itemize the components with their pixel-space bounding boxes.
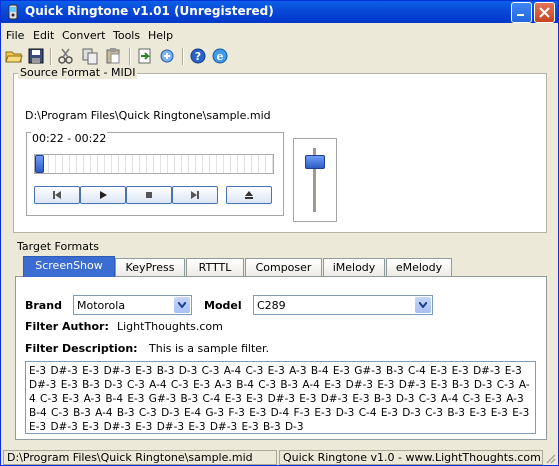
svg-text:?: ? xyxy=(195,50,201,63)
skip-back-icon xyxy=(53,191,61,199)
status-app-info: Quick Ringtone v1.0 - www.LightThoughts.… xyxy=(279,450,543,465)
previous-button[interactable] xyxy=(34,186,80,204)
model-dropdown-button[interactable] xyxy=(415,297,431,313)
menu-edit[interactable]: Edit xyxy=(33,29,54,42)
stop-button[interactable] xyxy=(126,186,172,204)
tab-emelody[interactable]: eMelody xyxy=(386,258,452,276)
web-icon[interactable]: e xyxy=(211,47,229,65)
source-file-path: D:\Program Files\Quick Ringtone\sample.m… xyxy=(25,109,271,122)
menu-convert[interactable]: Convert xyxy=(62,29,106,42)
menu-file[interactable]: File xyxy=(6,29,24,42)
menu-help[interactable]: Help xyxy=(148,29,173,42)
svg-text:e: e xyxy=(217,50,224,63)
menu-tools[interactable]: Tools xyxy=(113,29,140,42)
minimize-icon xyxy=(517,14,524,16)
eject-icon xyxy=(245,191,253,199)
tab-imelody[interactable]: iMelody xyxy=(323,258,385,276)
stop-icon xyxy=(146,192,152,198)
filter-author-label: Filter Author: xyxy=(25,320,109,333)
filter-author-value: LightThoughts.com xyxy=(117,320,223,333)
model-label: Model xyxy=(204,299,242,312)
open-folder-icon[interactable] xyxy=(5,47,23,65)
model-value: C289 xyxy=(257,299,286,312)
close-button[interactable] xyxy=(534,2,555,23)
toolbar-separator xyxy=(182,48,184,65)
toolbar-separator xyxy=(129,48,131,65)
brand-value: Motorola xyxy=(77,299,126,312)
copy-icon[interactable] xyxy=(81,47,99,65)
cut-icon[interactable] xyxy=(57,47,75,65)
play-button[interactable] xyxy=(80,186,126,204)
tab-screenshow[interactable]: ScreenShow xyxy=(23,256,115,277)
model-select[interactable]: C289 xyxy=(253,295,433,315)
time-display: 00:22 - 00:22 xyxy=(31,132,108,145)
toolbar-separator xyxy=(50,48,52,65)
notes-textarea[interactable]: E-3 D#-3 E-3 D#-3 E-3 B-3 D-3 C-3 A-4 C-… xyxy=(25,361,536,434)
play-icon xyxy=(100,191,107,199)
chevron-down-icon xyxy=(419,302,427,308)
chevron-down-icon xyxy=(178,302,186,308)
brand-label: Brand xyxy=(25,299,62,312)
save-icon[interactable] xyxy=(27,47,45,65)
toolbar: ? e xyxy=(1,46,558,68)
app-icon xyxy=(8,4,18,20)
volume-thumb[interactable] xyxy=(305,155,325,169)
convert-icon[interactable] xyxy=(136,47,154,65)
target-formats-label: Target Formats xyxy=(17,240,100,253)
brand-select[interactable]: Motorola xyxy=(73,295,192,315)
status-bar: D:\Program Files\Quick Ringtone\sample.m… xyxy=(1,449,558,465)
app-window: Quick Ringtone v1.01 (Unregistered) File… xyxy=(0,0,559,466)
source-format-legend: Source Format - MIDI xyxy=(18,66,138,79)
transfer-icon[interactable] xyxy=(158,47,176,65)
close-icon xyxy=(539,7,550,18)
next-button[interactable] xyxy=(172,186,218,204)
tab-rtttl[interactable]: RTTTL xyxy=(186,258,244,276)
menu-bar: File Edit Convert Tools Help xyxy=(1,27,558,45)
minimize-button[interactable] xyxy=(511,2,532,23)
seek-bar[interactable] xyxy=(34,154,274,174)
brand-dropdown-button[interactable] xyxy=(174,297,190,313)
resize-grip-icon[interactable] xyxy=(544,452,556,464)
filter-description-label: Filter Description: xyxy=(25,342,138,355)
help-icon[interactable]: ? xyxy=(189,47,207,65)
title-bar[interactable]: Quick Ringtone v1.01 (Unregistered) xyxy=(1,1,558,23)
eject-button[interactable] xyxy=(226,186,272,204)
filter-description-value: This is a sample filter. xyxy=(149,342,270,355)
seek-thumb[interactable] xyxy=(35,155,44,173)
tab-composer[interactable]: Composer xyxy=(245,258,322,276)
tab-keypress[interactable]: KeyPress xyxy=(115,258,185,276)
skip-forward-icon xyxy=(191,191,199,199)
window-title: Quick Ringtone v1.01 (Unregistered) xyxy=(25,4,274,18)
paste-icon[interactable] xyxy=(104,47,122,65)
status-file-path: D:\Program Files\Quick Ringtone\sample.m… xyxy=(3,450,277,465)
